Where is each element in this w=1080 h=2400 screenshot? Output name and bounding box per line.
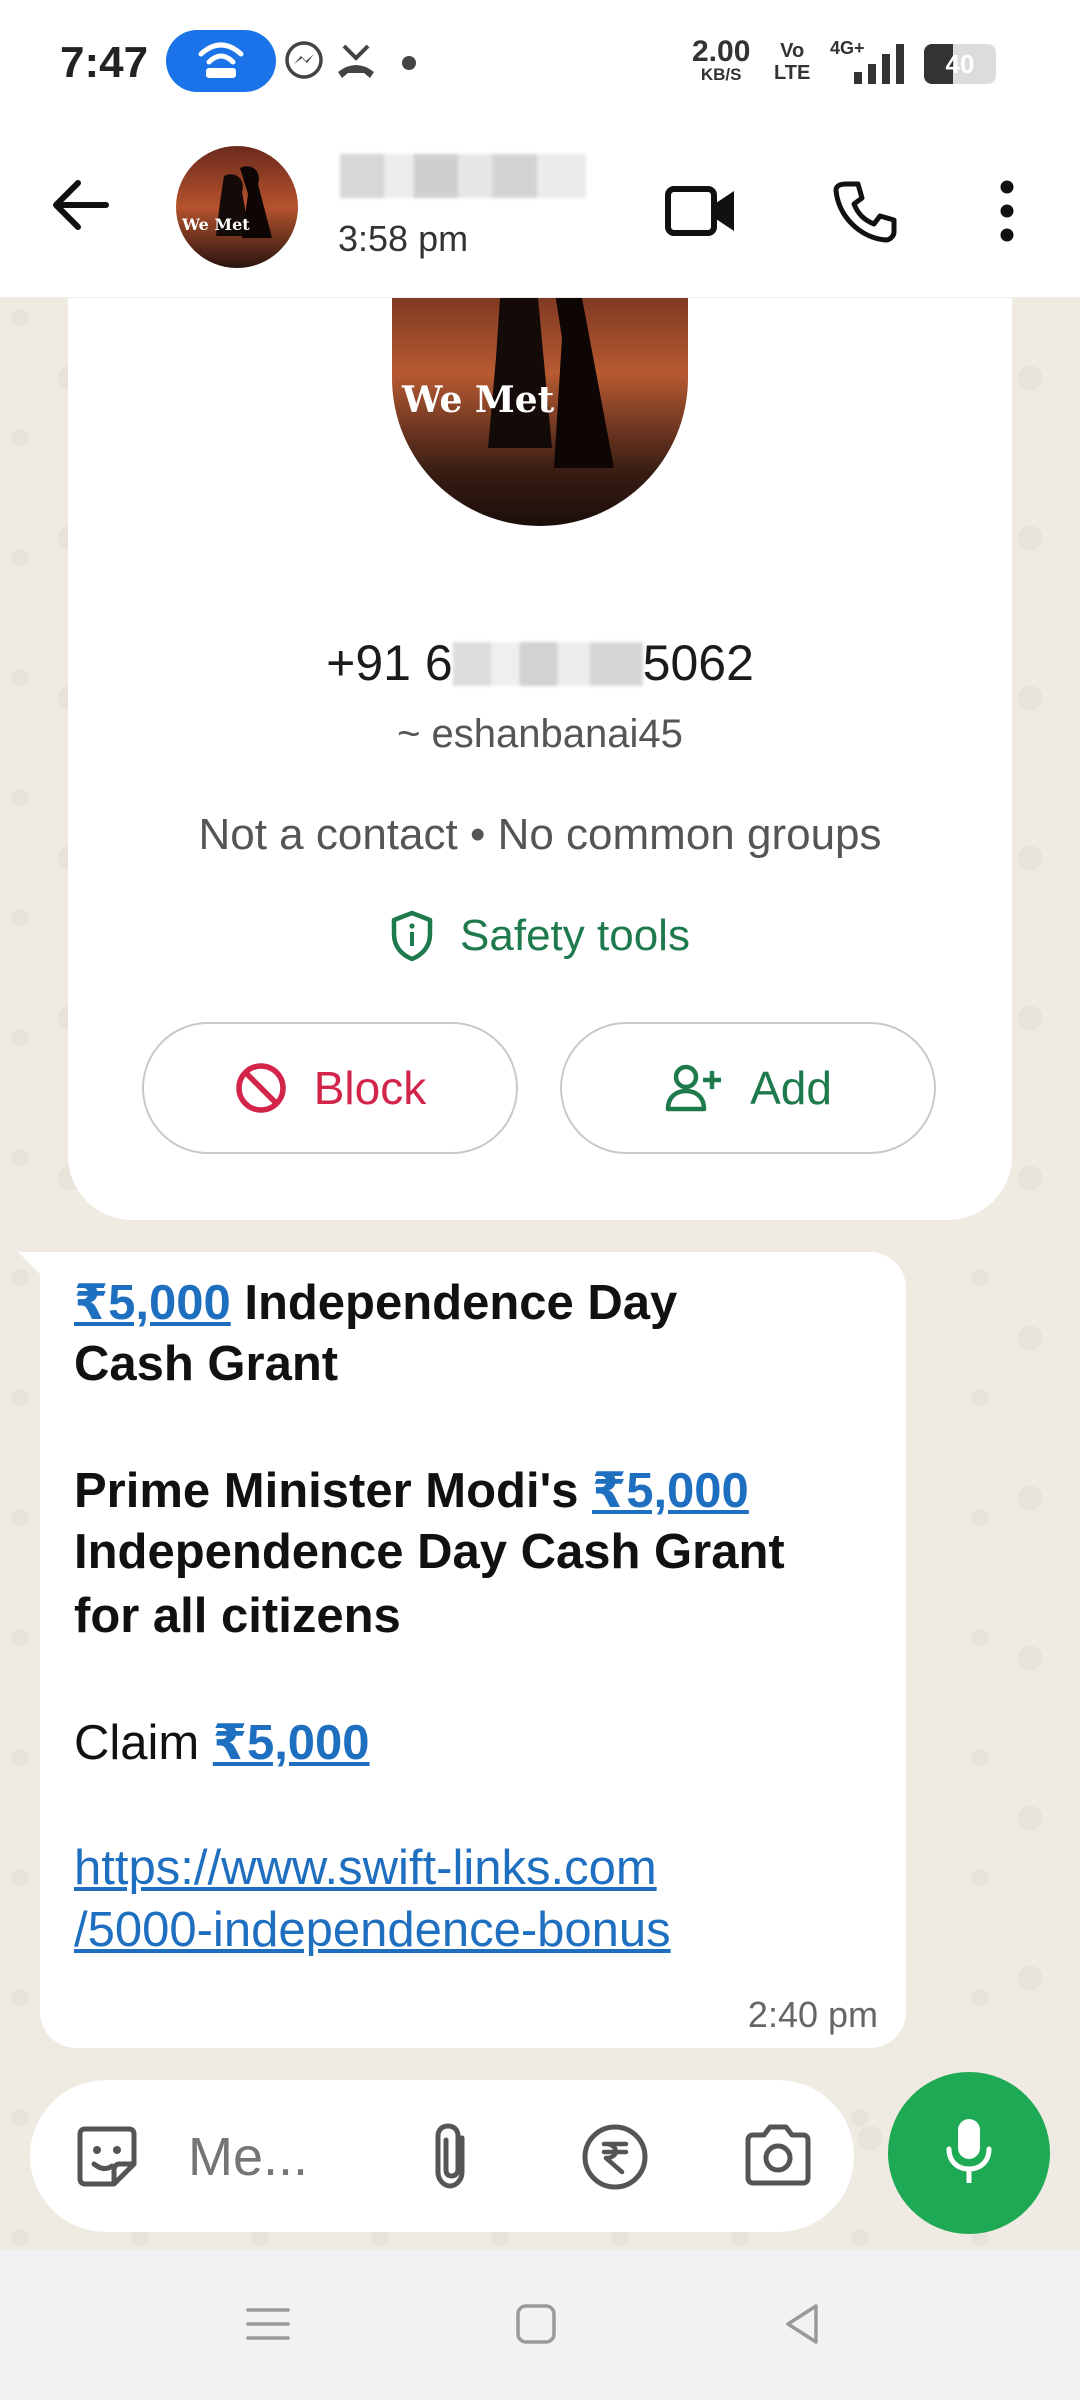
message-line: Prime Minister Modi's ₹5,000 (74, 1464, 749, 1518)
contact-username: ~ eshanbanai45 (397, 712, 683, 756)
video-call-icon (665, 186, 734, 236)
message-input[interactable] (188, 2126, 388, 2188)
more-options-button[interactable] (962, 166, 1052, 256)
voice-call-icon (833, 181, 897, 243)
contact-phone-number: +91 6 5062 (326, 635, 754, 691)
message-composer (30, 2080, 854, 2232)
safety-tools-link[interactable]: Safety tools (68, 910, 1012, 962)
voice-message-button[interactable] (888, 2072, 1050, 2234)
contact-name-redacted[interactable] (340, 154, 586, 198)
message-line: ₹5,000 Independence Day (74, 1276, 678, 1330)
avatar-image: We Met (392, 298, 688, 526)
contact-avatar-large[interactable]: We Met (392, 298, 688, 526)
chat-area[interactable]: We Met +91 6 5062 ~ eshanbanai45 Not a co… (0, 298, 1080, 2250)
missed-call-icon (338, 44, 374, 78)
status-bar: 7:47 2.00 KB/S Vo LTE 4G+ 40 (0, 0, 1080, 126)
incoming-message[interactable]: ₹5,000 Independence Day Cash Grant Prime… (40, 1252, 906, 2048)
phone-number-redacted (452, 642, 643, 686)
volte-indicator: Vo LTE (774, 40, 811, 84)
amount-link[interactable]: ₹5,000 (592, 1464, 749, 1518)
camera-icon[interactable] (742, 2122, 814, 2188)
video-call-button[interactable] (656, 166, 746, 256)
message-line: Independence Day Cash Grant (74, 1525, 785, 1579)
battery-icon: 40 (924, 44, 996, 84)
contact-status-text: Not a contact • No common groups (198, 810, 882, 859)
rupee-payment-icon[interactable] (580, 2122, 650, 2192)
system-navigation-bar (0, 2250, 1080, 2400)
network-speed: 2.00 KB/S (692, 35, 751, 84)
mic-icon (946, 2119, 992, 2183)
message-url-link[interactable]: https://www.swift-links.com (74, 1840, 657, 1896)
system-back-button[interactable] (772, 2294, 832, 2354)
messenger-icon (285, 41, 323, 79)
block-button[interactable]: Block (142, 1022, 518, 1154)
contact-avatar[interactable]: We Met (176, 146, 298, 268)
chat-header: We Met 3:58 pm (0, 126, 1080, 298)
back-triangle-icon (786, 2304, 818, 2344)
notification-dot (402, 56, 416, 70)
attach-icon[interactable] (426, 2122, 482, 2192)
amount-link[interactable]: ₹5,000 (213, 1716, 370, 1770)
avatar-caption: We Met (401, 379, 555, 421)
more-options-icon (1000, 180, 1014, 242)
last-seen-time: 3:58 pm (338, 218, 469, 259)
back-arrow-icon (53, 180, 109, 230)
block-icon (236, 1063, 286, 1113)
hotspot-indicator (166, 30, 276, 92)
home-button[interactable] (506, 2294, 566, 2354)
sticker-icon[interactable] (72, 2122, 142, 2192)
add-contact-button[interactable]: Add (560, 1022, 936, 1154)
avatar-image: We Met (176, 146, 298, 268)
back-button[interactable] (46, 170, 116, 240)
hotspot-icon (198, 42, 244, 78)
menu-icon (246, 2308, 290, 2340)
add-person-icon (665, 1064, 722, 1112)
status-time: 7:47 (60, 38, 149, 87)
message-line: Claim ₹5,000 (74, 1716, 370, 1770)
recents-button[interactable] (238, 2294, 298, 2354)
message-url-link[interactable]: /5000-independence-bonus (74, 1902, 671, 1958)
shield-icon (391, 910, 433, 962)
home-icon (516, 2304, 556, 2344)
message-line: for all citizens (74, 1589, 401, 1643)
voice-call-button[interactable] (820, 166, 910, 256)
message-line: Cash Grant (74, 1337, 339, 1391)
amount-link[interactable]: ₹5,000 (74, 1276, 231, 1330)
signal-icon (854, 44, 904, 84)
message-time: 2:40 pm (747, 1994, 878, 2035)
avatar-caption: We Met (181, 215, 250, 234)
